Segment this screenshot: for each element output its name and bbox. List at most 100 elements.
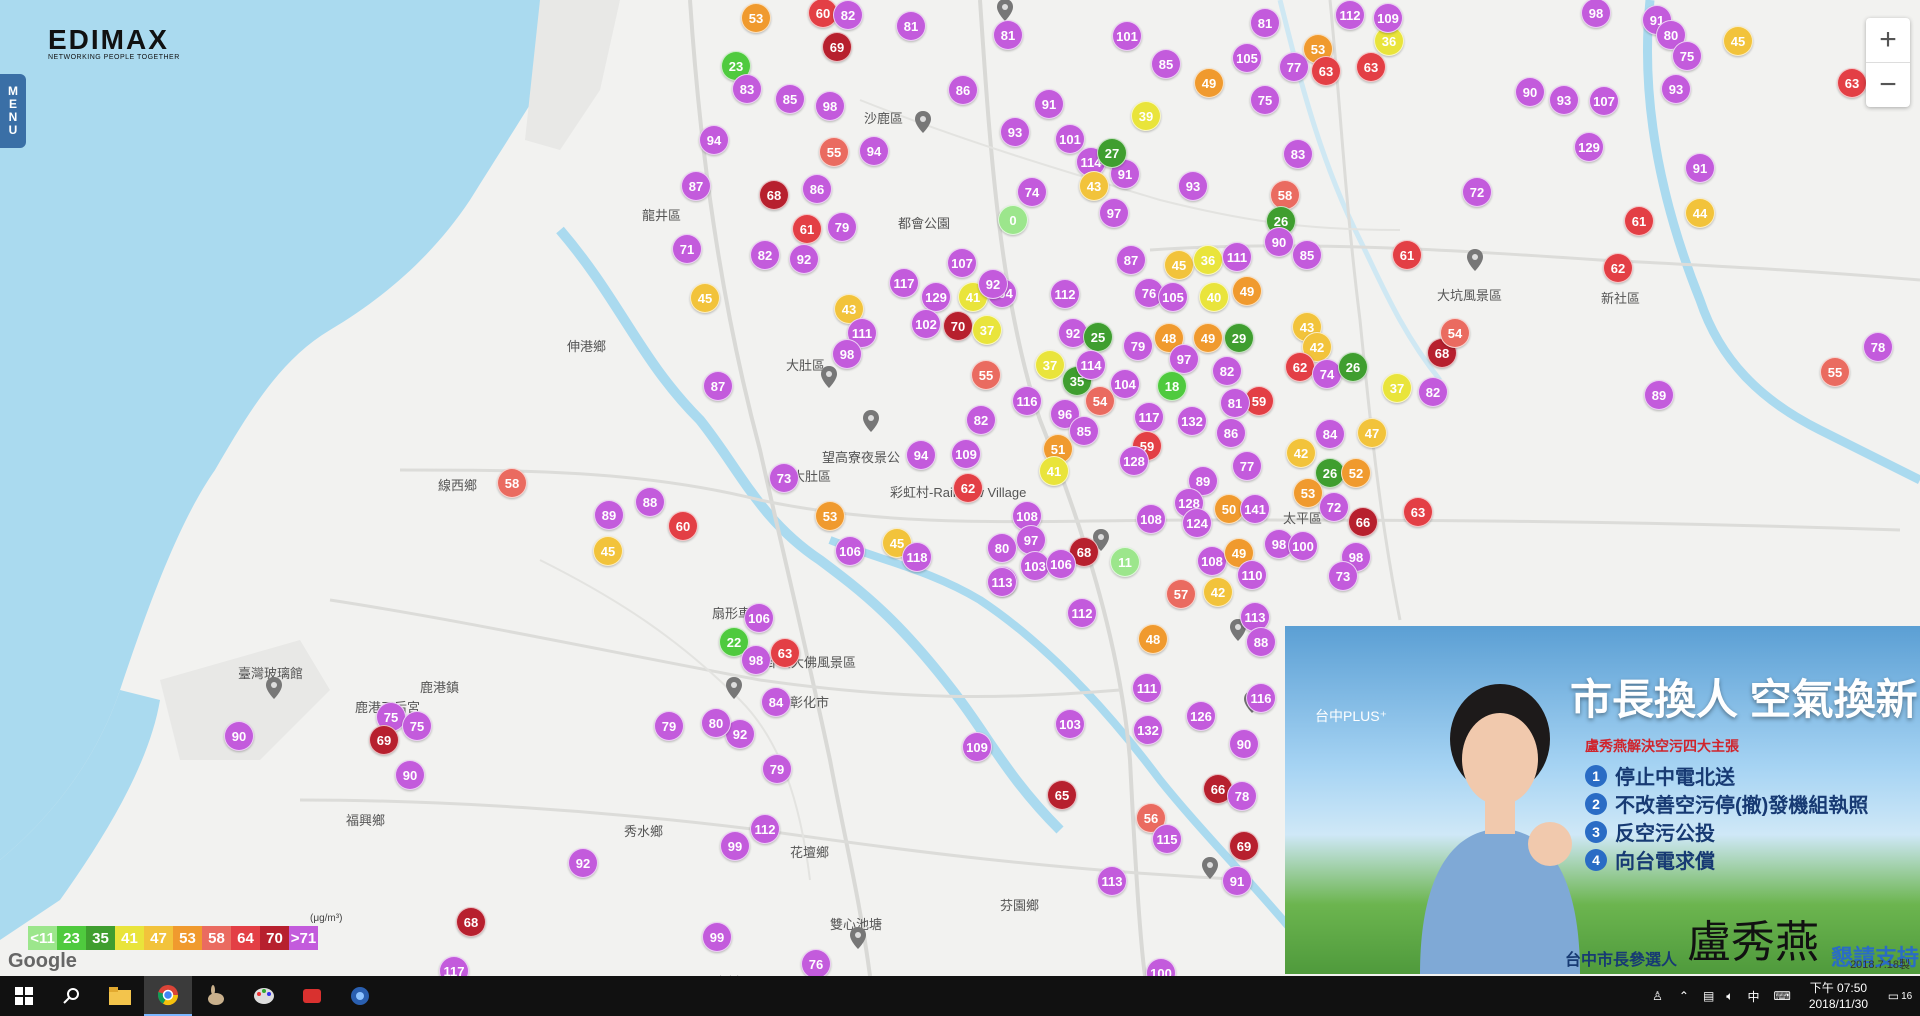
pm25-marker[interactable]: 63 [770, 638, 800, 668]
pm25-marker[interactable]: 90 [224, 721, 254, 751]
pm25-marker[interactable]: 49 [1232, 276, 1262, 306]
pm25-marker[interactable]: 117 [1134, 402, 1164, 432]
pm25-marker[interactable]: 43 [1079, 171, 1109, 201]
pm25-marker[interactable]: 40 [1199, 282, 1229, 312]
pm25-marker[interactable]: 85 [775, 84, 805, 114]
pm25-marker[interactable]: 27 [1097, 138, 1127, 168]
map-pin-icon[interactable] [850, 927, 866, 949]
pm25-marker[interactable]: 37 [1382, 373, 1412, 403]
pm25-marker[interactable]: 78 [1227, 781, 1257, 811]
pm25-marker[interactable]: 128 [1119, 446, 1149, 476]
pm25-marker[interactable]: 112 [750, 814, 780, 844]
pm25-marker[interactable]: 91 [1222, 866, 1252, 896]
pm25-marker[interactable]: 81 [896, 11, 926, 41]
pm25-marker[interactable]: 75 [1250, 85, 1280, 115]
pm25-marker[interactable]: 111 [1132, 673, 1162, 703]
pm25-marker[interactable]: 94 [699, 125, 729, 155]
pm25-marker[interactable]: 108 [1136, 504, 1166, 534]
pm25-marker[interactable]: 79 [827, 212, 857, 242]
pm25-marker[interactable]: 89 [1644, 380, 1674, 410]
pm25-marker[interactable]: 69 [369, 725, 399, 755]
pm25-marker[interactable]: 45 [1164, 250, 1194, 280]
keyboard-icon[interactable]: ⌨︎ [1774, 989, 1791, 1003]
pm25-marker[interactable]: 100 [1288, 531, 1318, 561]
pm25-marker[interactable]: 105 [1158, 282, 1188, 312]
pm25-marker[interactable]: 58 [497, 468, 527, 498]
pm25-marker[interactable]: 55 [1820, 357, 1850, 387]
pm25-marker[interactable]: 129 [921, 282, 951, 312]
pm25-marker[interactable]: 37 [1035, 350, 1065, 380]
notification-center-button[interactable]: ▭ 16 [1880, 976, 1920, 1016]
pm25-marker[interactable]: 75 [1672, 41, 1702, 71]
map-pin-icon[interactable] [863, 410, 879, 432]
pm25-marker[interactable]: 98 [832, 339, 862, 369]
pm25-marker[interactable]: 113 [1097, 866, 1127, 896]
zoom-in-button[interactable]: + [1866, 18, 1910, 63]
pm25-marker[interactable]: 73 [1328, 561, 1358, 591]
pm25-marker[interactable]: 76 [801, 949, 831, 976]
pm25-marker[interactable]: 61 [1624, 206, 1654, 236]
pm25-marker[interactable]: 42 [1203, 577, 1233, 607]
pm25-marker[interactable]: 117 [889, 268, 919, 298]
pm25-marker[interactable]: 47 [1357, 418, 1387, 448]
pm25-marker[interactable]: 71 [672, 234, 702, 264]
map-pin-icon[interactable] [915, 111, 931, 133]
pm25-marker[interactable]: 93 [1178, 171, 1208, 201]
pm25-marker[interactable]: 62 [1285, 352, 1315, 382]
pm25-marker[interactable]: 49 [1194, 68, 1224, 98]
pm25-marker[interactable]: 82 [966, 405, 996, 435]
pm25-marker[interactable]: 63 [1403, 497, 1433, 527]
pm25-marker[interactable]: 66 [1348, 507, 1378, 537]
pm25-marker[interactable]: 91 [1034, 89, 1064, 119]
pm25-marker[interactable]: 104 [1110, 369, 1140, 399]
pm25-marker[interactable]: 41 [1039, 456, 1069, 486]
pm25-marker[interactable]: 107 [947, 248, 977, 278]
pm25-marker[interactable]: 106 [744, 603, 774, 633]
app-button-3[interactable] [288, 976, 336, 1016]
pm25-marker[interactable]: 63 [1356, 52, 1386, 82]
pm25-marker[interactable]: 113 [987, 567, 1017, 597]
pm25-marker[interactable]: 83 [1283, 139, 1313, 169]
pm25-marker[interactable]: 98 [815, 91, 845, 121]
pm25-marker[interactable]: 54 [1085, 386, 1115, 416]
pm25-marker[interactable]: 109 [962, 732, 992, 762]
pm25-marker[interactable]: 49 [1193, 323, 1223, 353]
pm25-marker[interactable]: 84 [761, 687, 791, 717]
pm25-marker[interactable]: 18 [1157, 371, 1187, 401]
pm25-marker[interactable]: 78 [1863, 332, 1893, 362]
pm25-marker[interactable]: 88 [1246, 627, 1276, 657]
pm25-marker[interactable]: 42 [1286, 438, 1316, 468]
app-button-2[interactable] [240, 976, 288, 1016]
pm25-marker[interactable]: 69 [822, 32, 852, 62]
pm25-marker[interactable]: 118 [902, 542, 932, 572]
pm25-marker[interactable]: 106 [835, 536, 865, 566]
pm25-marker[interactable]: 112 [1067, 598, 1097, 628]
pm25-marker[interactable]: 86 [1216, 418, 1246, 448]
pm25-marker[interactable]: 11 [1110, 547, 1140, 577]
pm25-marker[interactable]: 109 [1373, 3, 1403, 33]
pm25-marker[interactable]: 129 [1574, 132, 1604, 162]
pm25-marker[interactable]: 77 [1232, 451, 1262, 481]
air-quality-map[interactable]: 沙鹿區 龍井區 都會公園 伸港鄉 大肚區 望高寮夜景公 大肚區 線西鄉 彩虹村-Rainbow … [0, 0, 1920, 976]
pm25-marker[interactable]: 62 [1603, 253, 1633, 283]
pm25-marker[interactable]: 114 [1076, 350, 1106, 380]
pm25-marker[interactable]: 93 [1661, 74, 1691, 104]
pm25-marker[interactable]: 90 [1264, 227, 1294, 257]
pm25-marker[interactable]: 29 [1224, 323, 1254, 353]
pm25-marker[interactable]: 45 [593, 536, 623, 566]
start-button[interactable] [0, 976, 48, 1016]
pm25-marker[interactable]: 112 [1335, 0, 1365, 30]
pm25-marker[interactable]: 132 [1133, 715, 1163, 745]
pm25-marker[interactable]: 84 [1315, 419, 1345, 449]
pm25-marker[interactable]: 60 [668, 511, 698, 541]
pm25-marker[interactable]: 72 [1319, 492, 1349, 522]
pm25-marker[interactable]: 92 [789, 244, 819, 274]
pm25-marker[interactable]: 57 [1166, 579, 1196, 609]
pm25-marker[interactable]: 65 [1047, 780, 1077, 810]
pm25-marker[interactable]: 106 [1046, 549, 1076, 579]
network-icon[interactable]: ▤ [1703, 989, 1714, 1003]
clock[interactable]: 下午 07:50 2018/11/30 [1809, 980, 1868, 1012]
pm25-marker[interactable]: 83 [732, 74, 762, 104]
pm25-marker[interactable]: 68 [456, 907, 486, 937]
pm25-marker[interactable]: 70 [943, 311, 973, 341]
